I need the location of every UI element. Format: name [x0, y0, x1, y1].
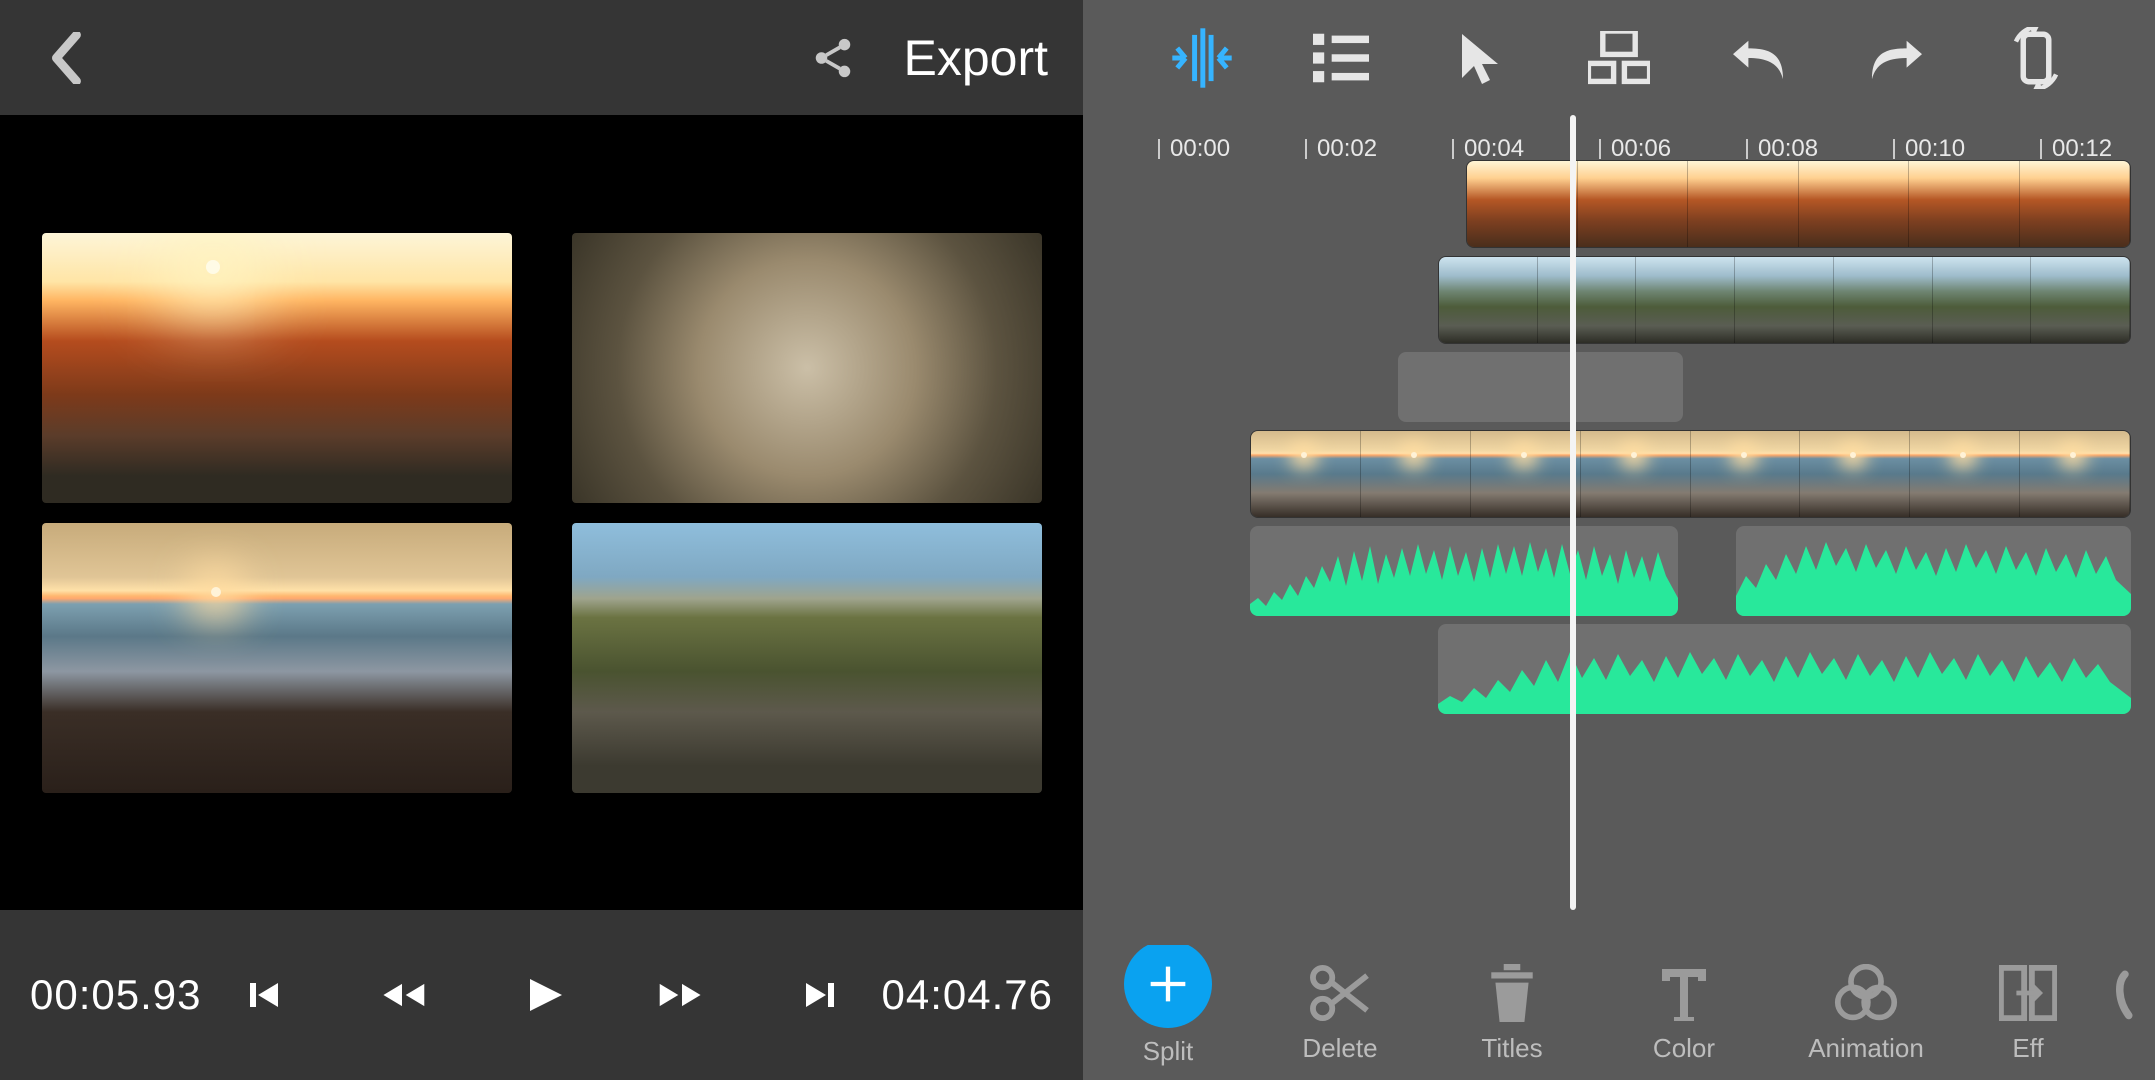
top-right-actions: Export — [808, 29, 1048, 87]
skip-end-button[interactable] — [794, 968, 849, 1023]
trash-icon — [1480, 961, 1544, 1025]
share-icon — [810, 35, 856, 81]
video-clip-track2[interactable] — [1438, 256, 2131, 344]
timeline-ruler[interactable]: 00:00 00:02 00:04 00:06 00:08 00:10 00:1… — [1083, 115, 2155, 160]
chevron-left-icon — [46, 32, 84, 84]
skip-start-button[interactable] — [234, 968, 289, 1023]
delete-label: Delete — [1302, 1033, 1377, 1064]
audio-clip-1a[interactable] — [1250, 526, 1678, 616]
top-bar: Export — [0, 0, 1083, 115]
rotate-device-icon — [2008, 27, 2064, 89]
layout-icon — [1588, 31, 1650, 85]
ruler-mark: 00:00 — [1170, 135, 1230, 163]
preview-area — [0, 115, 1083, 910]
waveform-icon — [1736, 526, 2131, 616]
forward-button[interactable] — [654, 968, 709, 1023]
undo-button[interactable] — [1718, 18, 1798, 98]
waveform-icon — [1250, 526, 1678, 616]
video-grid — [42, 233, 1042, 793]
timeline-panel: 00:00 00:02 00:04 00:06 00:08 00:10 00:1… — [1083, 0, 2155, 1080]
effects-tool[interactable]: Eff — [1973, 961, 2083, 1064]
preview-quadrant-1[interactable] — [42, 233, 512, 503]
share-button[interactable] — [808, 33, 858, 83]
play-button[interactable] — [514, 968, 569, 1023]
venn-icon — [1834, 961, 1898, 1025]
scissors-icon — [1308, 961, 1372, 1025]
effects-label: Eff — [2012, 1033, 2043, 1064]
color-label: Color — [1653, 1033, 1715, 1064]
split-tool[interactable]: Split — [1093, 958, 1243, 1067]
total-time: 04:04.76 — [882, 971, 1054, 1019]
bottom-toolbar: Split Delete Titles Color Animation — [1083, 945, 2155, 1080]
audio-clip-1b[interactable] — [1736, 526, 2131, 616]
ruler-mark: 00:06 — [1611, 135, 1671, 163]
fast-forward-icon — [656, 971, 708, 1019]
preview-quadrant-2[interactable] — [572, 233, 1042, 503]
ruler-mark: 00:08 — [1758, 135, 1818, 163]
video-clip-track4[interactable] — [1250, 430, 2131, 518]
animation-tool[interactable]: Animation — [1781, 961, 1951, 1064]
timeline-toolbar — [1083, 0, 2155, 115]
undo-icon — [1729, 33, 1787, 83]
delete-tool[interactable]: Delete — [1265, 961, 1415, 1064]
text-icon — [1652, 961, 1716, 1025]
skip-next-icon — [798, 971, 846, 1019]
back-button[interactable] — [40, 33, 90, 83]
list-tool-button[interactable] — [1301, 18, 1381, 98]
split-label: Split — [1143, 1036, 1194, 1067]
playhead[interactable] — [1570, 115, 1576, 910]
audio-clip-2[interactable] — [1438, 624, 2131, 714]
timeline-area[interactable]: 00:00 00:02 00:04 00:06 00:08 00:10 00:1… — [1083, 115, 2155, 945]
titles-tool[interactable]: Titles — [1437, 961, 1587, 1064]
more-icon — [2093, 961, 2155, 1025]
transport-bar: 00:05.93 04:04.76 — [0, 910, 1083, 1080]
empty-clip-track3[interactable] — [1398, 352, 1683, 422]
tracks-container — [1083, 160, 2155, 170]
select-tool-button[interactable] — [1440, 18, 1520, 98]
more-tool[interactable] — [2105, 961, 2145, 1064]
preview-panel: Export 00:05.93 — [0, 0, 1083, 1080]
layout-tool-button[interactable] — [1579, 18, 1659, 98]
ruler-mark: 00:02 — [1317, 135, 1377, 163]
list-icon — [1313, 33, 1369, 83]
ruler-mark: 00:10 — [1905, 135, 1965, 163]
ripple-icon — [1169, 28, 1235, 88]
redo-icon — [1868, 33, 1926, 83]
skip-previous-icon — [238, 971, 286, 1019]
preview-quadrant-3[interactable] — [42, 523, 512, 793]
rewind-icon — [376, 971, 428, 1019]
animation-label: Animation — [1808, 1033, 1924, 1064]
cursor-icon — [1455, 30, 1505, 86]
redo-button[interactable] — [1857, 18, 1937, 98]
ruler-mark: 00:04 — [1464, 135, 1524, 163]
ripple-tool-button[interactable] — [1162, 18, 1242, 98]
play-icon — [518, 969, 566, 1021]
rotate-button[interactable] — [1996, 18, 2076, 98]
color-tool[interactable]: Color — [1609, 961, 1759, 1064]
transition-icon — [1996, 961, 2060, 1025]
preview-quadrant-4[interactable] — [572, 523, 1042, 793]
export-button[interactable]: Export — [903, 29, 1048, 87]
add-icon — [1124, 940, 1212, 1028]
ruler-mark: 00:12 — [2052, 135, 2112, 163]
transport-buttons — [234, 968, 849, 1023]
waveform-icon — [1438, 624, 2131, 714]
titles-label: Titles — [1481, 1033, 1542, 1064]
video-clip-track1[interactable] — [1466, 160, 2131, 248]
more-label — [2121, 1033, 2128, 1064]
rewind-button[interactable] — [374, 968, 429, 1023]
current-time: 00:05.93 — [30, 971, 202, 1019]
